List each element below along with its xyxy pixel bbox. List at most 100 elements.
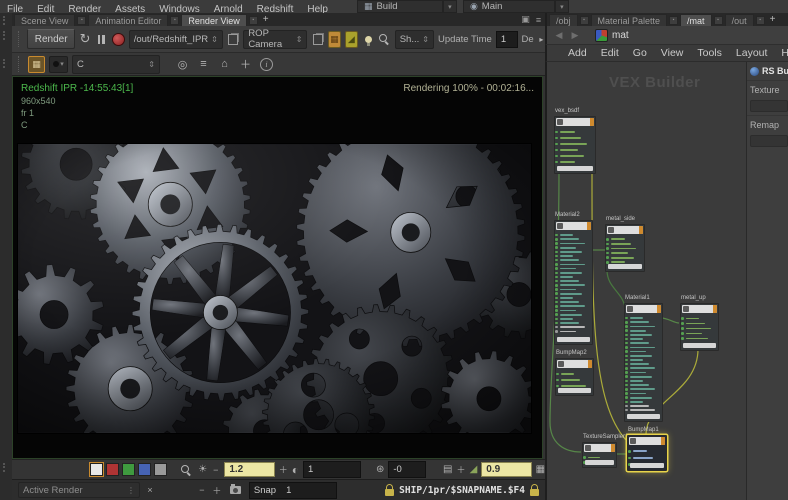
gain-cycle-icon[interactable]: ⊛ [376,464,384,475]
tab-close-icon[interactable]: ▪ [77,16,86,25]
render-region-toggle-icon[interactable]: ◢ [345,31,358,48]
contrast-field[interactable]: 1 [303,461,361,478]
gamma-increase-button[interactable]: ＋ [279,463,288,476]
network-menu-add[interactable]: Add [561,47,594,59]
active-render-select[interactable]: Active Render⋮ [18,482,140,498]
param-section-texture[interactable]: Texture [747,80,788,97]
tab--out[interactable]: /out [725,14,754,26]
contrast-icon[interactable]: ◐ [292,463,299,477]
network-menu-layout[interactable]: Layout [729,47,775,59]
node-header[interactable] [607,226,643,234]
node-footer[interactable] [585,460,614,465]
tab-scene-view[interactable]: Scene View [14,14,75,26]
node-header[interactable] [584,444,615,452]
refresh-icon[interactable]: ↻ [79,31,91,48]
plane-select[interactable]: C⇕ [72,55,160,74]
gamma-field[interactable]: 1.2 [224,462,274,477]
channel-swatch-0[interactable] [90,463,103,476]
network-menu-go[interactable]: Go [626,47,654,59]
snap-field[interactable]: Snap1 [249,482,337,499]
pane-maximize-icon[interactable]: ▣ [519,14,532,25]
magnify-icon[interactable] [378,31,390,48]
tab-close-icon[interactable]: ▪ [249,16,258,25]
node-footer[interactable] [558,388,591,393]
node-footer[interactable] [557,166,593,171]
node-vex_bsdf[interactable]: vex_bsdf [554,116,596,174]
node-footer[interactable] [627,414,660,419]
network-menu-view[interactable]: View [654,47,691,59]
inspect-icon[interactable]: ◎ [174,56,191,73]
render-button[interactable]: Render [27,29,74,49]
gamma-decrease-button[interactable]: − [211,463,220,476]
network-menu-help[interactable]: Help [774,47,788,59]
node-metal_side[interactable]: metal_side [605,224,645,272]
node-texturesampler1[interactable]: TextureSampler1 [582,442,617,468]
snap-next-button[interactable]: ＋ [212,484,222,497]
lock-icon[interactable] [385,489,394,496]
shelf-dropdown-arrow[interactable]: ▾ [555,0,569,13]
offset-field[interactable]: -0 [388,461,425,478]
node-footer[interactable] [557,337,590,342]
pixel-inspect-icon[interactable] [179,461,195,478]
display-mode-toggle-icon[interactable]: ▦ [28,56,45,73]
rop-select[interactable]: /out/Redshift_IPR⇕ [129,30,223,49]
pane-menu-icon[interactable]: ≡ [532,14,545,25]
camera-snapshot-icon[interactable] [227,482,244,499]
network-menu-edit[interactable]: Edit [594,47,626,59]
toolbar-handle[interactable] [18,56,21,72]
render-viewport[interactable]: Redshift IPR -14:55:43[1] 960x540 fr 1 C… [12,76,543,459]
toolbar-handle[interactable] [18,31,20,47]
breadcrumb[interactable]: mat [612,30,629,41]
add-tab-button[interactable]: + [258,13,274,26]
node-header[interactable] [556,222,591,230]
node-metal_up[interactable]: metal_up [680,303,719,351]
gain-field[interactable]: 0.9 [481,462,531,477]
pause-icon[interactable] [95,31,107,48]
list-icon[interactable]: ≡ [195,56,212,73]
node-material2[interactable]: Material2 [554,220,593,345]
node-header[interactable] [557,360,592,368]
shelf-selector[interactable]: ◉ Main [463,0,555,13]
forward-arrow-icon[interactable]: ▶ [569,30,581,41]
desktop-selector[interactable]: ▦ Build [357,0,443,13]
node-header[interactable] [629,437,665,445]
channel-swatch-1[interactable] [106,463,119,476]
network-menu-tools[interactable]: Tools [690,47,729,59]
close-render-button[interactable]: × [145,484,155,497]
layers-icon[interactable]: ▤ [443,464,452,475]
lock-icon[interactable] [530,489,539,496]
camera-select[interactable]: ROP Camera⇕ [243,30,307,49]
grid-icon[interactable]: ▦ [536,464,545,475]
node-parameter-row[interactable] [559,159,593,165]
tab-close-icon[interactable]: ▪ [669,16,678,25]
tab--mat[interactable]: /mat [680,14,712,26]
node-material1[interactable]: Material1 [624,303,663,422]
stop-render-icon[interactable] [112,31,125,48]
curve-icon[interactable]: ◢ [470,464,478,475]
snap-prev-button[interactable]: − [197,484,207,497]
node-footer[interactable] [630,463,664,468]
channel-swatch-3[interactable] [138,463,151,476]
back-arrow-icon[interactable]: ◀ [553,30,565,41]
node-bumpmap1[interactable]: BumpMap1 [627,435,667,471]
tab-close-icon[interactable]: ▪ [756,16,765,25]
brightness-icon[interactable]: ☀ [198,464,207,475]
network-editor[interactable]: VEX Builder vex_bsdfMaterial2metal_sideM… [545,62,748,500]
update-time-field[interactable]: 1 [496,31,518,48]
node-footer[interactable] [608,264,642,269]
tab--obj[interactable]: /obj [549,14,578,26]
tab-animation-editor[interactable]: Animation Editor [88,14,168,26]
splitter-handle[interactable] [3,16,10,25]
small-plus-button[interactable]: ＋ [456,463,465,476]
lights-icon[interactable] [362,31,374,48]
copy-camera-icon[interactable] [311,31,323,48]
background-option-icon[interactable]: ▾ [49,56,68,73]
home-icon[interactable]: ⌂ [216,56,233,73]
tab-material-palette[interactable]: Material Palette [591,14,668,26]
node-parameter-row[interactable] [685,336,716,341]
tab-close-icon[interactable]: ▪ [580,16,589,25]
tab-close-icon[interactable]: ▪ [714,16,723,25]
shader-select[interactable]: Sh...⇕ [395,30,434,49]
splitter-handle[interactable] [3,31,10,40]
node-header[interactable] [682,305,717,313]
